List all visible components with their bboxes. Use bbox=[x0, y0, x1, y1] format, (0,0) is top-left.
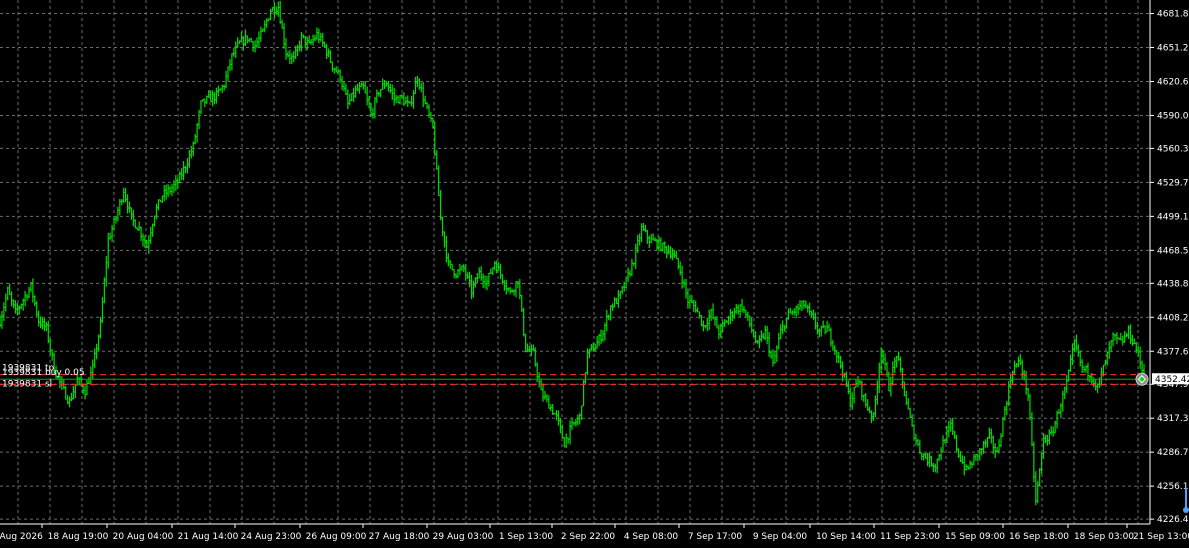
time-tick-label: 20 Aug 04:00 bbox=[113, 532, 174, 542]
stop-loss-label: 1939831 sl bbox=[2, 379, 52, 389]
price-tick-label: 4499.10 bbox=[1157, 212, 1189, 222]
price-tick-label: 4468.50 bbox=[1157, 246, 1189, 256]
time-tick-label: 29 Aug 03:00 bbox=[433, 532, 494, 542]
time-tick-label: 17 Aug 2026 bbox=[0, 532, 43, 542]
time-tick-label: 26 Aug 09:00 bbox=[306, 532, 367, 542]
price-tick-label: 4408.20 bbox=[1157, 313, 1189, 323]
time-tick-label: 27 Aug 18:00 bbox=[369, 532, 430, 542]
price-tick-label: 4226.40 bbox=[1157, 515, 1189, 525]
time-tick-label: 15 Sep 09:00 bbox=[945, 532, 1005, 542]
price-axis[interactable]: 4681.80 4651.20 4620.60 4590.00 4560.30 4529.… bbox=[1150, 10, 1189, 526]
price-tick-label: 4590.00 bbox=[1157, 111, 1189, 121]
time-tick-label: 7 Sep 17:00 bbox=[688, 532, 743, 542]
price-tick-label: 4256.10 bbox=[1157, 482, 1189, 492]
time-tick-label: 9 Sep 04:00 bbox=[753, 532, 808, 542]
price-tick-label: 4438.80 bbox=[1157, 279, 1189, 289]
buy-order-label: 1939831 buy 0.05 bbox=[2, 368, 85, 378]
time-tick-label: 21 Sep 13:00 bbox=[1133, 532, 1189, 542]
time-tick-label: 18 Sep 03:00 bbox=[1074, 532, 1134, 542]
price-tick-label: 4651.20 bbox=[1157, 44, 1189, 54]
time-tick-label: 10 Sep 14:00 bbox=[816, 532, 876, 542]
price-tick-label: 4529.70 bbox=[1157, 178, 1189, 188]
price-tick-label: 4620.60 bbox=[1157, 77, 1189, 87]
price-tick-label: 4286.70 bbox=[1157, 448, 1189, 458]
time-tick-label: 24 Aug 23:00 bbox=[241, 532, 302, 542]
time-tick-label: 1 Sep 13:00 bbox=[499, 532, 554, 542]
current-price-label: 4352.42 bbox=[1155, 375, 1189, 385]
chart-grid bbox=[0, 0, 1150, 524]
time-tick-label: 11 Sep 23:00 bbox=[880, 532, 940, 542]
time-tick-label: 2 Sep 22:00 bbox=[561, 532, 616, 542]
price-tick-label: 4317.30 bbox=[1157, 414, 1189, 424]
time-tick-label: 18 Aug 19:00 bbox=[48, 532, 109, 542]
price-bars bbox=[0, 0, 1146, 506]
time-tick-label: 16 Sep 18:00 bbox=[1009, 532, 1069, 542]
price-tick-label: 4560.30 bbox=[1157, 144, 1189, 154]
price-tick-label: 4681.80 bbox=[1157, 10, 1189, 20]
price-tick-label: 4377.60 bbox=[1157, 347, 1189, 357]
time-axis[interactable]: 17 Aug 2026 18 Aug 19:00 20 Aug 04:00 21 Au… bbox=[0, 524, 1189, 542]
price-chart[interactable]: 1939831 tp 1939831 buy 0.05 1939831 sl 4… bbox=[0, 0, 1189, 544]
current-price-marker[interactable]: 4352.42 bbox=[1135, 372, 1189, 386]
chart-window[interactable]: 1939831 tp 1939831 buy 0.05 1939831 sl 4… bbox=[0, 0, 1189, 544]
order-lines[interactable]: 1939831 tp 1939831 buy 0.05 1939831 sl bbox=[0, 364, 1148, 390]
scroll-handle-knob-icon[interactable] bbox=[1183, 507, 1189, 513]
time-tick-label: 4 Sep 08:00 bbox=[624, 532, 679, 542]
time-tick-label: 21 Aug 14:00 bbox=[178, 532, 239, 542]
